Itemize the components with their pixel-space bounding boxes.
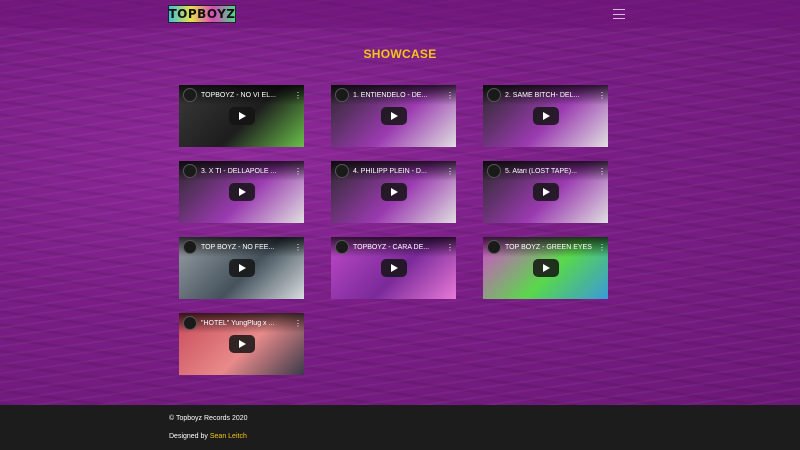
play-button-icon[interactable] bbox=[228, 259, 255, 277]
more-options-icon[interactable]: ⋮ bbox=[446, 243, 454, 252]
video-header: 4. PHILIPP PLEIN - D... ⋮ bbox=[331, 161, 456, 181]
more-options-icon[interactable]: ⋮ bbox=[446, 91, 454, 100]
hamburger-menu-icon[interactable] bbox=[613, 9, 625, 19]
channel-avatar-icon[interactable] bbox=[335, 164, 349, 178]
video-header: TOPBOYZ - NO VI EL... ⋮ bbox=[179, 85, 304, 105]
channel-avatar-icon[interactable] bbox=[183, 316, 197, 330]
video-title[interactable]: TOPBOYZ - CARA DE... bbox=[353, 244, 446, 251]
video-title[interactable]: 5. Atari (LOST TAPE)... bbox=[505, 168, 598, 175]
play-button-icon[interactable] bbox=[228, 107, 255, 125]
play-button-icon[interactable] bbox=[380, 259, 407, 277]
video-title[interactable]: 2. SAME BITCH- DEL... bbox=[505, 92, 598, 99]
more-options-icon[interactable]: ⋮ bbox=[294, 319, 302, 328]
play-button-icon[interactable] bbox=[380, 107, 407, 125]
video-embed[interactable]: TOP BOYZ - GREEN EYES ⋮ bbox=[483, 237, 608, 299]
channel-avatar-icon[interactable] bbox=[183, 240, 197, 254]
channel-avatar-icon[interactable] bbox=[335, 88, 349, 102]
video-title[interactable]: TOPBOYZ - NO VI EL... bbox=[201, 92, 294, 99]
video-grid: TOPBOYZ - NO VI EL... ⋮ 1. ENTIENDELO - DE… bbox=[179, 85, 609, 375]
video-embed[interactable]: 4. PHILIPP PLEIN - D... ⋮ bbox=[331, 161, 456, 223]
video-header: 3. X TI - DELLAPOLE ... ⋮ bbox=[179, 161, 304, 181]
video-embed[interactable]: "HOTEL" YungPlug x ... ⋮ bbox=[179, 313, 304, 375]
video-embed[interactable]: 5. Atari (LOST TAPE)... ⋮ bbox=[483, 161, 608, 223]
designer-link[interactable]: Sean Leitch bbox=[210, 433, 247, 440]
video-embed[interactable]: TOPBOYZ - CARA DE... ⋮ bbox=[331, 237, 456, 299]
play-button-icon[interactable] bbox=[228, 335, 255, 353]
more-options-icon[interactable]: ⋮ bbox=[294, 91, 302, 100]
video-header: 2. SAME BITCH- DEL... ⋮ bbox=[483, 85, 608, 105]
video-title[interactable]: 3. X TI - DELLAPOLE ... bbox=[201, 168, 294, 175]
navbar: TOPBOYZ bbox=[0, 0, 800, 28]
video-embed[interactable]: TOPBOYZ - NO VI EL... ⋮ bbox=[179, 85, 304, 147]
video-title[interactable]: 1. ENTIENDELO - DE... bbox=[353, 92, 446, 99]
video-header: TOP BOYZ - NO FEE... ⋮ bbox=[179, 237, 304, 257]
video-header: "HOTEL" YungPlug x ... ⋮ bbox=[179, 313, 304, 333]
video-embed[interactable]: 1. ENTIENDELO - DE... ⋮ bbox=[331, 85, 456, 147]
video-embed[interactable]: 2. SAME BITCH- DEL... ⋮ bbox=[483, 85, 608, 147]
more-options-icon[interactable]: ⋮ bbox=[598, 243, 606, 252]
channel-avatar-icon[interactable] bbox=[183, 164, 197, 178]
video-embed[interactable]: 3. X TI - DELLAPOLE ... ⋮ bbox=[179, 161, 304, 223]
play-button-icon[interactable] bbox=[532, 107, 559, 125]
channel-avatar-icon[interactable] bbox=[487, 164, 501, 178]
more-options-icon[interactable]: ⋮ bbox=[598, 167, 606, 176]
video-title[interactable]: TOP BOYZ - GREEN EYES bbox=[505, 244, 598, 251]
channel-avatar-icon[interactable] bbox=[183, 88, 197, 102]
footer bbox=[0, 405, 800, 450]
site-logo[interactable]: TOPBOYZ bbox=[168, 5, 236, 23]
video-title[interactable]: 4. PHILIPP PLEIN - D... bbox=[353, 168, 446, 175]
play-button-icon[interactable] bbox=[532, 183, 559, 201]
video-header: TOPBOYZ - CARA DE... ⋮ bbox=[331, 237, 456, 257]
play-button-icon[interactable] bbox=[380, 183, 407, 201]
video-header: 1. ENTIENDELO - DE... ⋮ bbox=[331, 85, 456, 105]
play-button-icon[interactable] bbox=[228, 183, 255, 201]
play-button-icon[interactable] bbox=[532, 259, 559, 277]
channel-avatar-icon[interactable] bbox=[487, 88, 501, 102]
video-header: 5. Atari (LOST TAPE)... ⋮ bbox=[483, 161, 608, 181]
footer-copyright: © Topboyz Records 2020 bbox=[169, 415, 248, 422]
channel-avatar-icon[interactable] bbox=[335, 240, 349, 254]
video-title[interactable]: "HOTEL" YungPlug x ... bbox=[201, 320, 294, 327]
more-options-icon[interactable]: ⋮ bbox=[598, 91, 606, 100]
footer-designed-by: Designed by Sean Leitch bbox=[169, 433, 247, 440]
video-header: TOP BOYZ - GREEN EYES ⋮ bbox=[483, 237, 608, 257]
designed-by-label: Designed by bbox=[169, 433, 210, 440]
more-options-icon[interactable]: ⋮ bbox=[294, 243, 302, 252]
more-options-icon[interactable]: ⋮ bbox=[294, 167, 302, 176]
video-embed[interactable]: TOP BOYZ - NO FEE... ⋮ bbox=[179, 237, 304, 299]
channel-avatar-icon[interactable] bbox=[487, 240, 501, 254]
more-options-icon[interactable]: ⋮ bbox=[446, 167, 454, 176]
video-title[interactable]: TOP BOYZ - NO FEE... bbox=[201, 244, 294, 251]
section-title: SHOWCASE bbox=[363, 47, 437, 61]
